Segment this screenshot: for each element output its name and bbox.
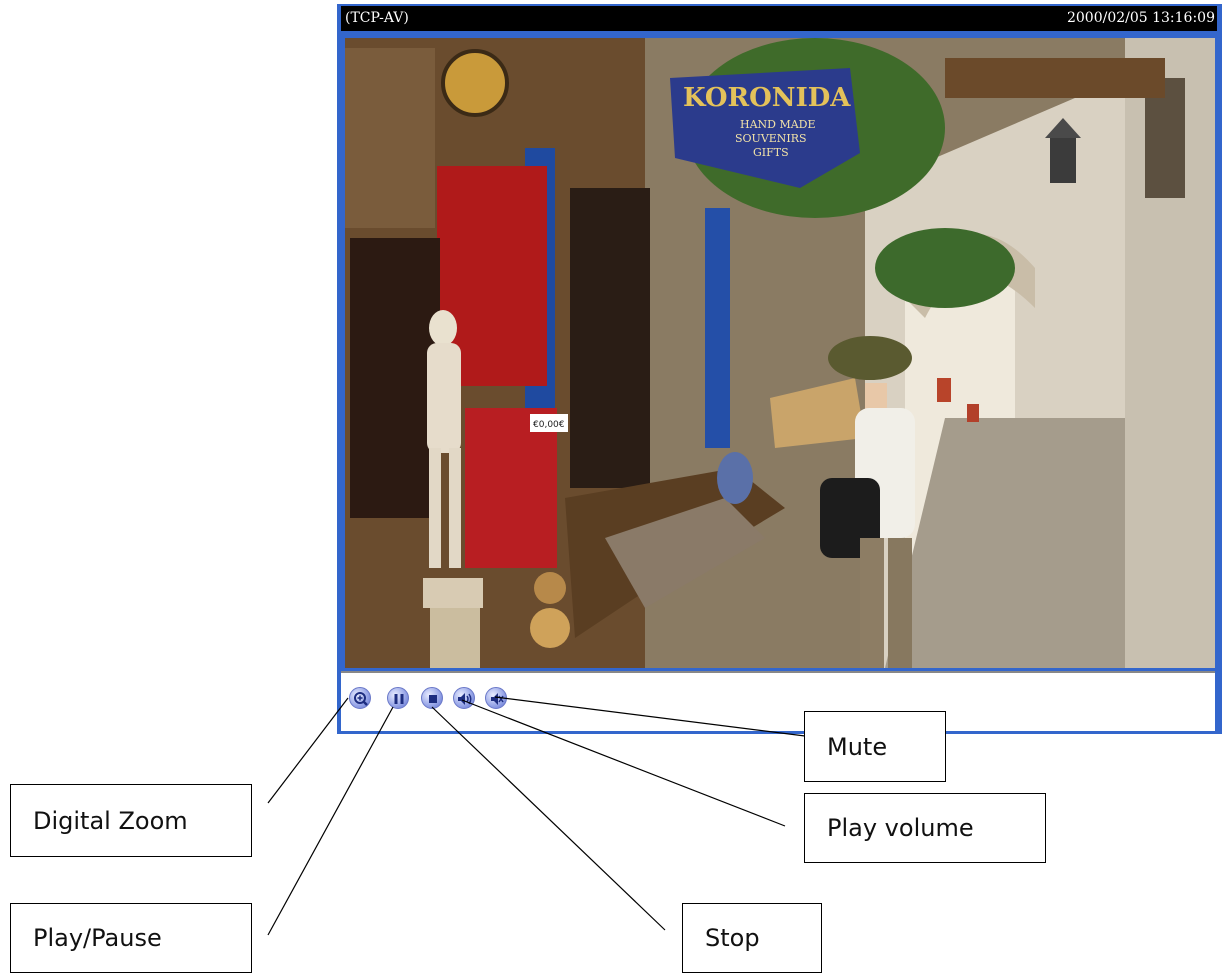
title-bar: (TCP-AV) 2000/02/05 13:16:09 <box>341 6 1217 31</box>
speaker-mute-icon <box>491 693 504 705</box>
callout-stop-label: Stop <box>705 924 760 952</box>
callout-play-pause-label: Play/Pause <box>33 924 162 952</box>
callout-play-volume: Play volume <box>804 793 1046 863</box>
callout-play-pause: Play/Pause <box>10 903 252 973</box>
play-pause-button[interactable] <box>387 687 409 709</box>
callout-digital-zoom-label: Digital Zoom <box>33 806 188 835</box>
play-volume-button[interactable] <box>453 687 475 709</box>
digital-zoom-button[interactable] <box>349 687 371 709</box>
callout-digital-zoom: Digital Zoom <box>10 784 252 857</box>
callout-stop: Stop <box>682 903 822 973</box>
stop-icon <box>429 695 437 703</box>
control-bar <box>341 671 1215 731</box>
mute-button[interactable] <box>485 687 507 709</box>
sign-line-2: HAND MADE <box>740 118 816 131</box>
video-display[interactable]: KORONIDA HAND MADE SOUVENIRS GIFTS €0,00… <box>345 38 1215 668</box>
callout-play-volume-label: Play volume <box>827 814 974 842</box>
pause-icon <box>394 694 404 704</box>
speaker-volume-icon <box>458 693 472 705</box>
sign-line-4: GIFTS <box>753 146 789 159</box>
video-frame-image: KORONIDA HAND MADE SOUVENIRS GIFTS €0,00… <box>345 38 1215 668</box>
video-viewer-window: (TCP-AV) 2000/02/05 13:16:09 KORONIDA HA… <box>337 4 1222 734</box>
sign-title-text: KORONIDA <box>683 83 851 113</box>
stream-title: (TCP-AV) <box>345 10 409 26</box>
magnifier-plus-icon <box>354 692 368 706</box>
callout-mute-label: Mute <box>827 732 888 761</box>
price-tag-text: €0,00€ <box>533 420 565 430</box>
sign-line-3: SOUVENIRS <box>735 132 807 145</box>
timestamp: 2000/02/05 13:16:09 <box>1066 10 1215 26</box>
callout-mute: Mute <box>804 711 946 782</box>
stop-button[interactable] <box>421 687 443 709</box>
